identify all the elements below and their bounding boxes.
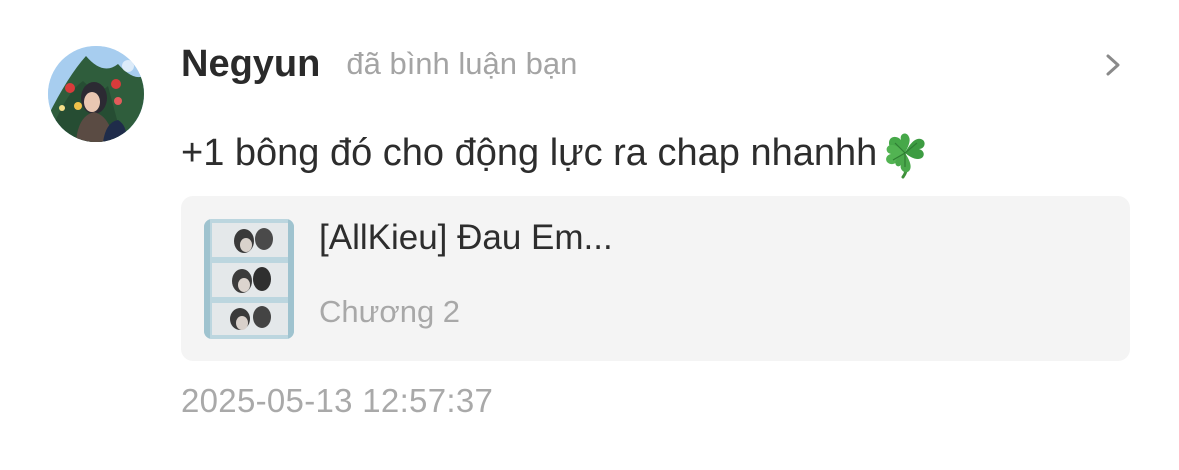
story-cover-thumbnail (204, 219, 294, 339)
comment-body: +1 bông đó cho động lực ra chap nhanhh (181, 128, 931, 179)
chapter-label: Chương 2 (319, 294, 461, 329)
comment-text: +1 bông đó cho động lực ra chap nhanhh (181, 131, 878, 174)
avatar-photo-icon (48, 46, 144, 142)
notification-header: Negyun đã bình luận bạn (181, 40, 577, 88)
timestamp: 2025-05-13 12:57:37 (181, 382, 494, 419)
chevron-right-icon[interactable] (1098, 50, 1128, 80)
user-avatar[interactable] (48, 46, 144, 142)
four-leaf-clover-icon (886, 133, 925, 179)
story-cover-icon (204, 219, 294, 339)
user-name[interactable]: Negyun (181, 43, 320, 86)
story-card[interactable]: [AllKieu] Đau Em... Chương 2 (181, 196, 1130, 361)
action-text: đã bình luận bạn (346, 46, 578, 81)
story-title: [AllKieu] Đau Em... (319, 218, 613, 257)
